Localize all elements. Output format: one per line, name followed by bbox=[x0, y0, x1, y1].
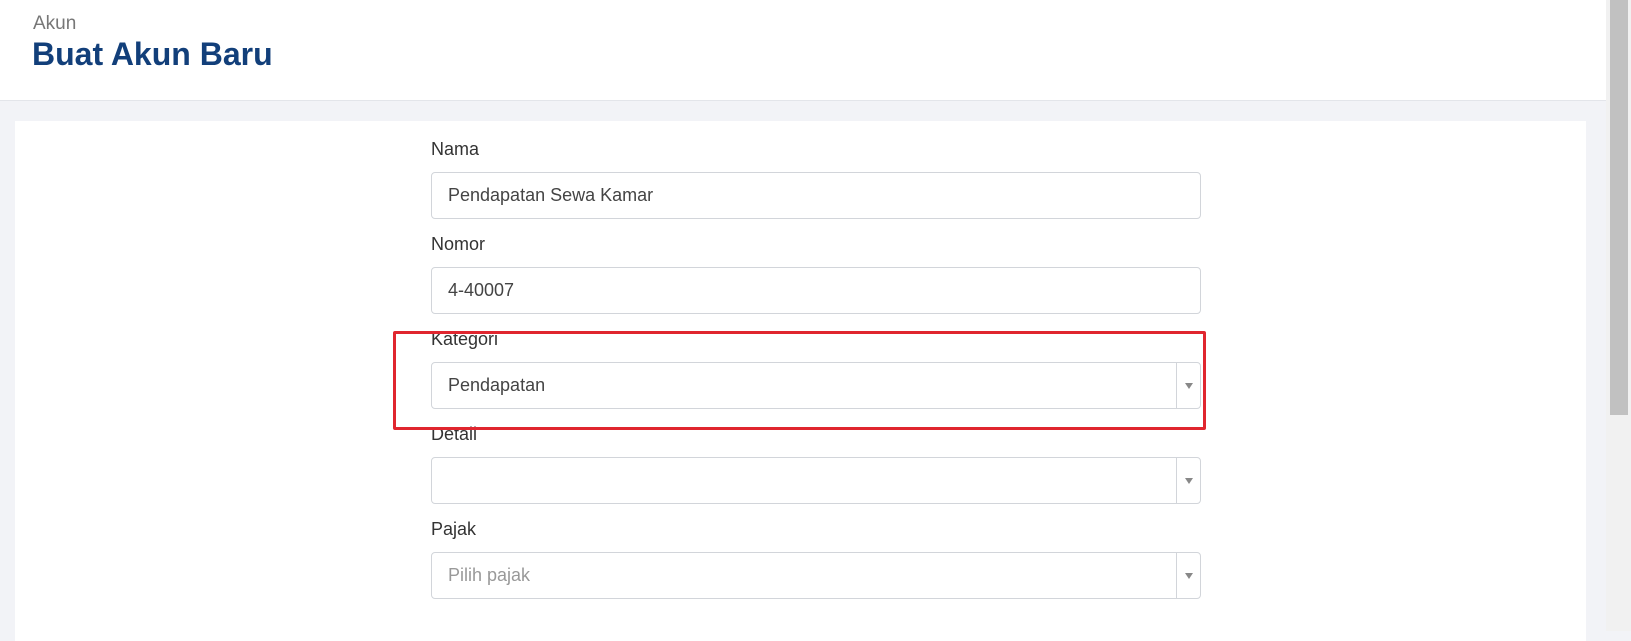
nama-field-group: Nama Pendapatan Sewa Kamar bbox=[431, 137, 1201, 219]
kategori-selected-value: Pendapatan bbox=[448, 375, 546, 395]
chevron-down-icon bbox=[1184, 572, 1193, 579]
pajak-select[interactable]: Pilih pajak bbox=[431, 552, 1201, 599]
nomor-field-group: Nomor 4-40007 bbox=[431, 232, 1201, 314]
chevron-down-icon bbox=[1184, 477, 1193, 484]
breadcrumb[interactable]: Akun bbox=[33, 13, 76, 35]
pajak-label: Pajak bbox=[431, 519, 477, 539]
scrollbar-thumb[interactable] bbox=[1610, 0, 1628, 415]
kategori-label: Kategori bbox=[431, 329, 499, 349]
pajak-placeholder: Pilih pajak bbox=[448, 565, 531, 585]
kategori-select[interactable]: Pendapatan bbox=[431, 362, 1201, 409]
nomor-label: Nomor bbox=[431, 234, 486, 254]
pajak-field-group: Pajak Pilih pajak bbox=[431, 517, 1201, 599]
chevron-down-icon bbox=[1184, 382, 1193, 389]
page-title: Buat Akun Baru bbox=[32, 36, 273, 72]
detail-dropdown-toggle[interactable] bbox=[1176, 458, 1200, 503]
pajak-dropdown-toggle[interactable] bbox=[1176, 553, 1200, 598]
form-card: Nama Pendapatan Sewa Kamar Nomor 4-40007… bbox=[15, 121, 1586, 641]
nomor-input[interactable]: 4-40007 bbox=[431, 267, 1201, 314]
kategori-field-group: Kategori Pendapatan bbox=[431, 327, 1201, 409]
detail-label: Detail bbox=[431, 424, 478, 444]
detail-select[interactable] bbox=[431, 457, 1201, 504]
kategori-dropdown-toggle[interactable] bbox=[1176, 363, 1200, 408]
vertical-scrollbar[interactable] bbox=[1606, 0, 1631, 631]
nama-label: Nama bbox=[431, 139, 480, 159]
nama-input[interactable]: Pendapatan Sewa Kamar bbox=[431, 172, 1201, 219]
detail-field-group: Detail bbox=[431, 422, 1201, 504]
page-header: Akun Buat Akun Baru bbox=[0, 0, 1606, 101]
